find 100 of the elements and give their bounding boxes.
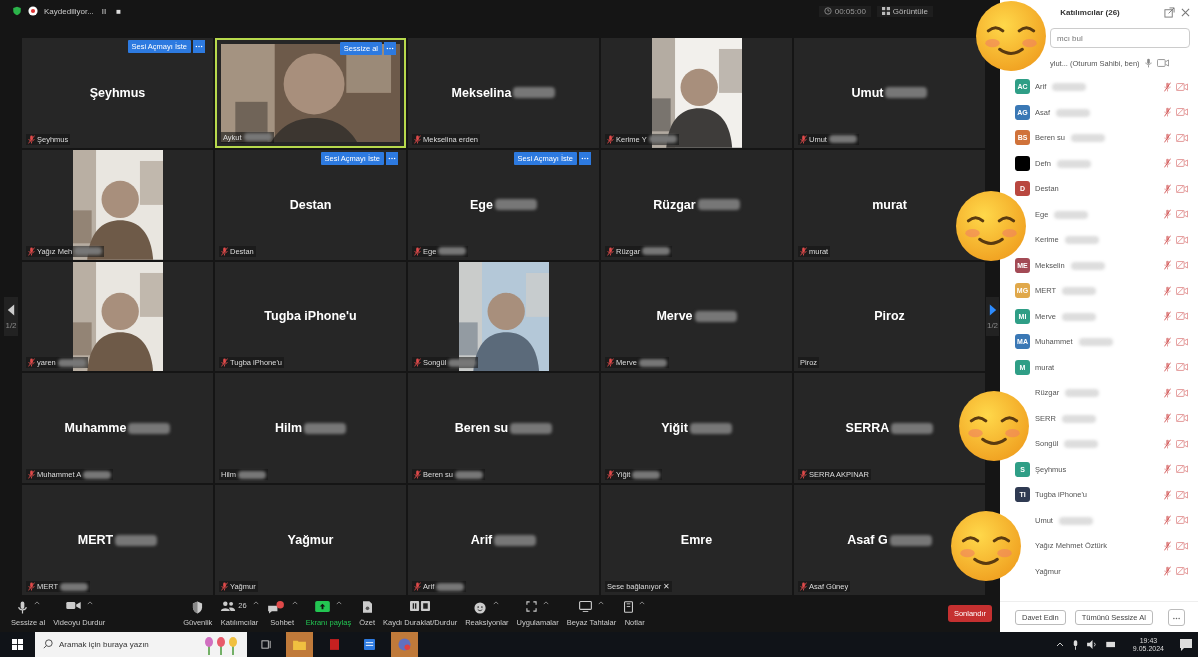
caret-icon	[543, 600, 550, 605]
muted-mic-icon[interactable]	[1164, 464, 1171, 475]
record-icon	[28, 6, 38, 16]
camera-off-icon[interactable]	[1176, 261, 1188, 270]
muted-mic-icon[interactable]	[1164, 387, 1171, 398]
caret-icon	[335, 600, 342, 605]
muted-mic-icon[interactable]	[1164, 336, 1171, 347]
participant-name: Destan	[289, 197, 332, 212]
muted-mic-icon[interactable]	[1164, 438, 1171, 449]
ellipsis-icon	[581, 156, 589, 160]
shield-icon	[192, 600, 204, 614]
caret-icon	[493, 600, 500, 605]
muted-mic-icon[interactable]	[1164, 183, 1171, 194]
previous-page-button[interactable]: 1/2	[4, 297, 18, 336]
camera-icon[interactable]	[1156, 59, 1169, 67]
camera-off-icon[interactable]	[1176, 184, 1188, 193]
network-icon[interactable]	[1105, 641, 1117, 648]
muted-mic-icon[interactable]	[1164, 540, 1171, 551]
ellipsis-icon	[386, 47, 394, 50]
windows-start-icon[interactable]	[12, 639, 23, 650]
share-screen-icon	[314, 600, 330, 612]
microphone-icon[interactable]	[1144, 58, 1152, 68]
next-page-button[interactable]: 1/2	[985, 297, 1000, 336]
muted-mic-icon[interactable]	[1164, 489, 1171, 500]
stop-button[interactable]: ■	[114, 6, 124, 16]
muted-mic-icon[interactable]	[1164, 81, 1171, 92]
participant-name: Merve	[656, 309, 693, 324]
muted-mic-icon[interactable]	[1164, 132, 1171, 143]
participant-name: Tugba iPhone'u	[264, 309, 357, 324]
camera-off-icon[interactable]	[1176, 388, 1188, 397]
camera-off-icon[interactable]	[1176, 312, 1188, 321]
participant-name: Muhamme	[64, 421, 127, 436]
participant-name: Beren su	[454, 421, 509, 436]
notes-icon	[624, 600, 634, 613]
camera-off-icon[interactable]	[1176, 567, 1188, 576]
task-view-icon[interactable]	[261, 639, 272, 650]
camera-off-icon[interactable]	[1176, 337, 1188, 346]
camera-off-icon[interactable]	[1176, 133, 1188, 142]
speaker-icon[interactable]	[1086, 640, 1098, 649]
muted-mic-icon[interactable]	[1164, 566, 1171, 577]
camera-off-icon[interactable]	[1176, 541, 1188, 550]
camera-off-icon[interactable]	[1176, 465, 1188, 474]
muted-mic-icon[interactable]	[1164, 413, 1171, 424]
recording-status: Kaydediliyor...	[44, 6, 94, 16]
chat-icon	[266, 600, 286, 614]
camera-off-icon[interactable]	[1176, 516, 1188, 525]
participant-name: Emre	[680, 533, 713, 548]
microphone-icon	[16, 600, 28, 614]
camera-off-icon[interactable]	[1176, 159, 1188, 168]
more-button[interactable]	[386, 151, 398, 165]
camera-off-icon[interactable]	[1176, 363, 1188, 372]
smiling-emoji-icon	[950, 510, 1022, 582]
meeting-timer: 00:05:00	[818, 5, 871, 17]
caret-icon	[86, 600, 93, 605]
muted-mic-icon[interactable]	[1164, 158, 1171, 169]
participant-name: Yağmur	[287, 533, 334, 548]
taskbar-search-field[interactable]: Aramak için buraya yazın	[35, 632, 247, 657]
muted-mic-icon[interactable]	[1164, 515, 1171, 526]
grid-icon	[881, 7, 890, 15]
camera-icon	[65, 600, 81, 610]
apps-icon	[526, 600, 538, 612]
smiling-emoji-icon	[955, 190, 1027, 262]
participant-name: SERRA	[845, 421, 890, 436]
participant-name: Şeyhmus	[89, 85, 146, 100]
pause-button[interactable]: II	[99, 6, 109, 16]
participant-name: Mekselina	[451, 85, 512, 100]
camera-off-icon[interactable]	[1176, 439, 1188, 448]
muted-mic-icon[interactable]	[1164, 362, 1171, 373]
camera-off-icon[interactable]	[1176, 108, 1188, 117]
camera-off-icon[interactable]	[1176, 210, 1188, 219]
caret-icon[interactable]	[1055, 642, 1064, 647]
close-icon[interactable]	[1181, 7, 1190, 17]
participant-name: Ege	[470, 197, 493, 212]
view-button[interactable]: Görüntüle	[876, 5, 933, 17]
camera-off-icon[interactable]	[1176, 490, 1188, 499]
camera-off-icon[interactable]	[1176, 286, 1188, 295]
participant-name: murat	[872, 197, 907, 212]
people-icon	[220, 600, 237, 612]
search-icon	[43, 639, 53, 649]
muted-mic-icon[interactable]	[1164, 285, 1171, 296]
camera-off-icon[interactable]	[1176, 235, 1188, 244]
camera-off-icon[interactable]	[1176, 414, 1188, 423]
notification-icon[interactable]	[1180, 638, 1192, 651]
pop-out-icon[interactable]	[1164, 6, 1175, 18]
muted-mic-icon[interactable]	[1164, 311, 1171, 322]
muted-mic-icon[interactable]	[1164, 209, 1171, 220]
participant-name: Yiğit	[661, 421, 688, 436]
shield-icon[interactable]	[12, 6, 22, 16]
participant-name: MERT	[77, 533, 114, 548]
caret-icon	[291, 600, 298, 605]
camera-off-icon[interactable]	[1176, 82, 1188, 91]
document-icon	[362, 600, 372, 613]
search-field[interactable]: mcı bul	[1050, 28, 1190, 48]
folder-app-icon[interactable]	[286, 632, 313, 657]
muted-mic-icon[interactable]	[1164, 107, 1171, 118]
muted-mic-icon[interactable]	[1164, 260, 1171, 271]
pause-stop-icon	[410, 600, 431, 611]
right-arrow-icon	[988, 303, 997, 317]
muted-mic-icon[interactable]	[1164, 234, 1171, 245]
more-button[interactable]	[579, 151, 591, 165]
